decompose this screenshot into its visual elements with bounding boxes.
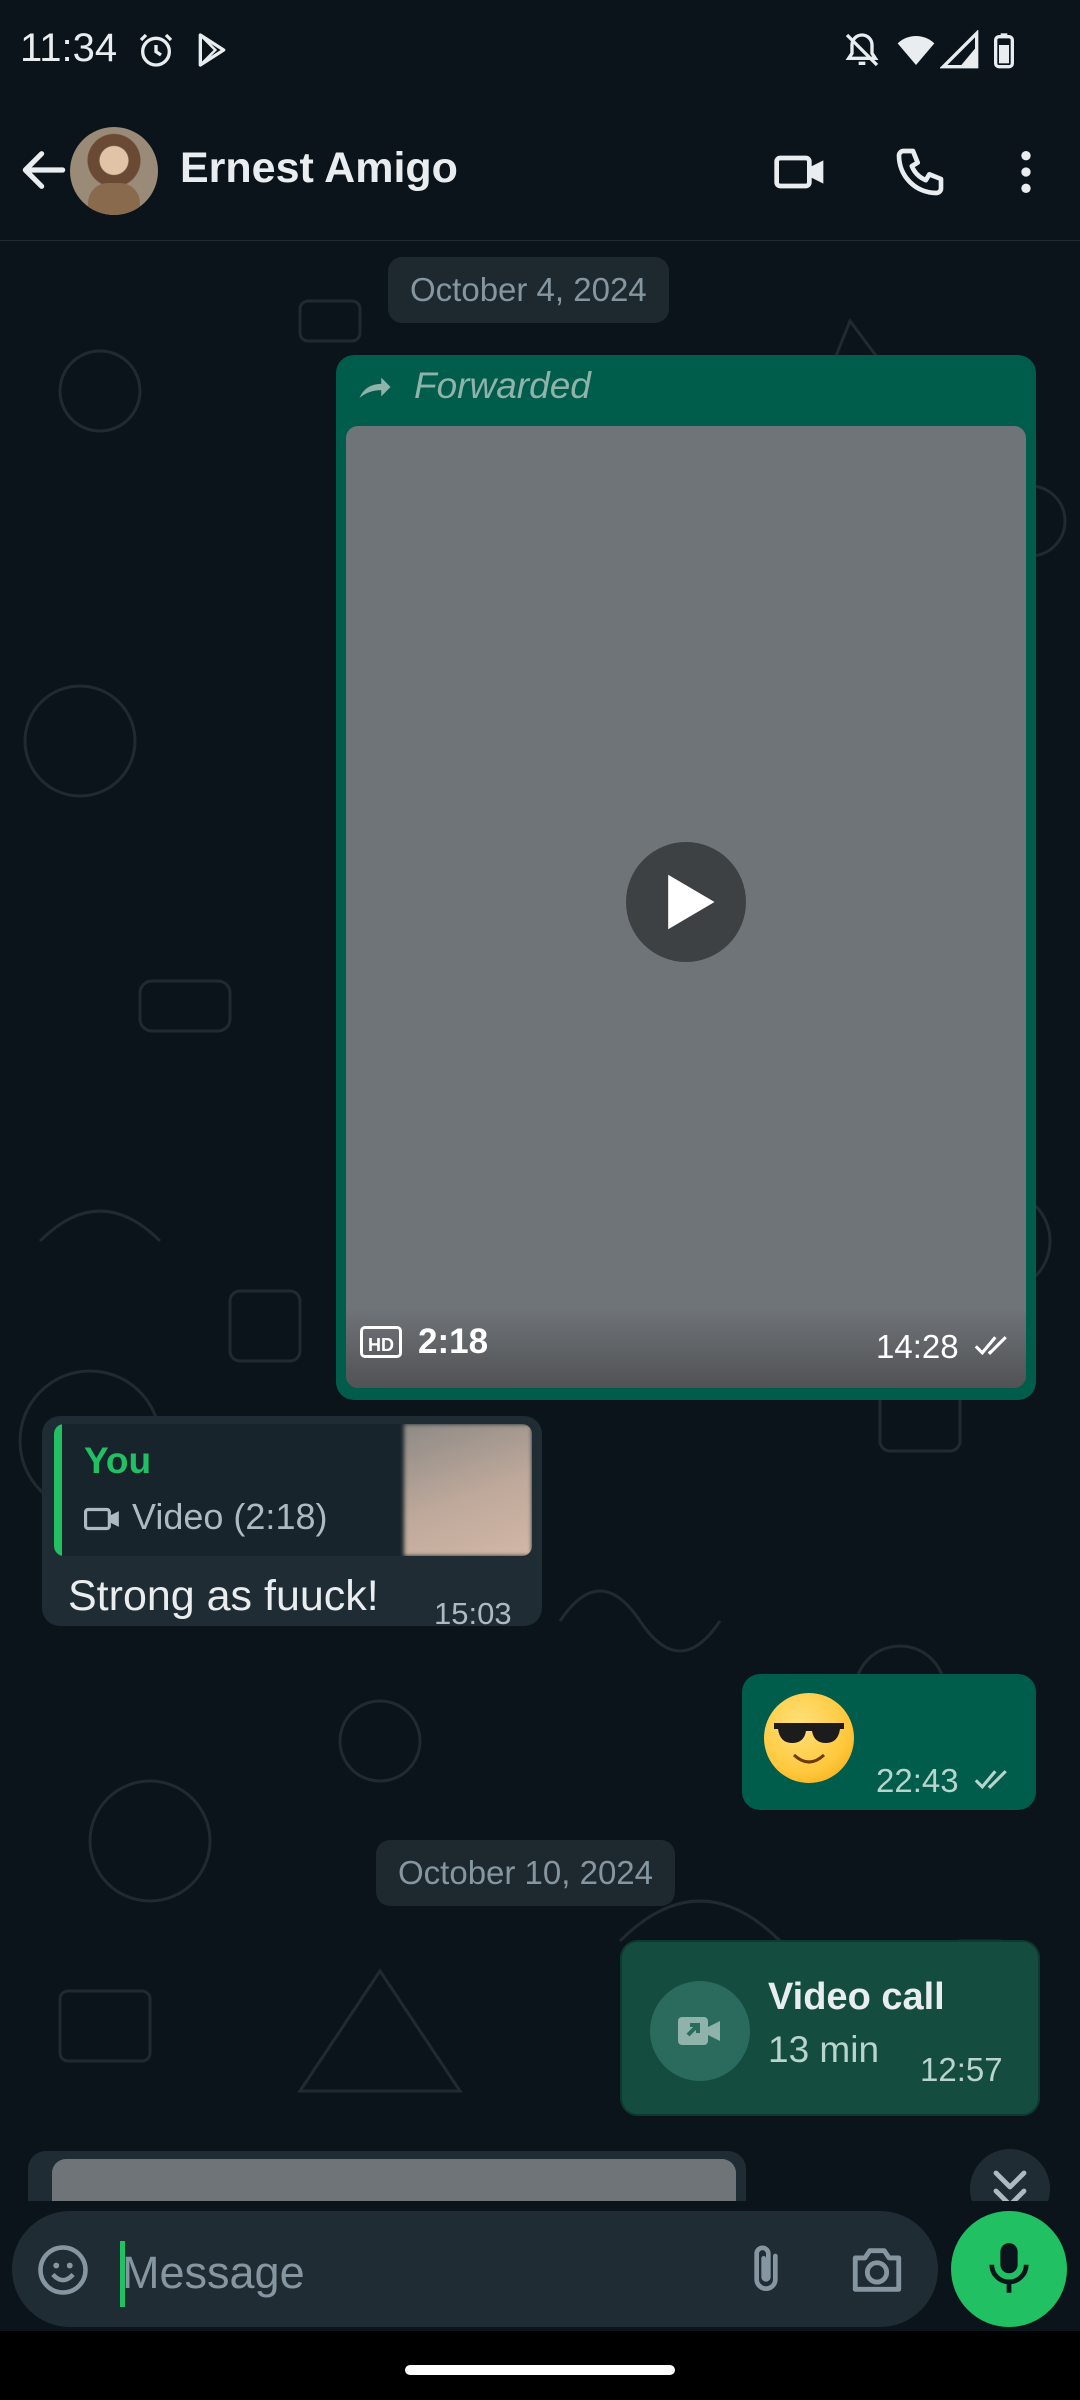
- camera-icon[interactable]: [848, 2241, 906, 2299]
- date-separator: October 4, 2024: [388, 257, 669, 323]
- video-call-icon: [678, 2017, 720, 2045]
- message-time: 14:28: [876, 1328, 959, 1365]
- status-bar: 11:34: [0, 0, 1080, 100]
- message-time: 12:57: [920, 2051, 1003, 2088]
- attach-icon[interactable]: [738, 2241, 794, 2299]
- double-chevron-down-icon: [993, 2170, 1027, 2201]
- microphone-icon: [989, 2243, 1029, 2293]
- quoted-text: Video (2:18): [132, 1496, 328, 1537]
- forwarded-label: Forwarded: [414, 365, 591, 406]
- chat-header: Ernest Amigo: [0, 100, 1080, 241]
- play-icon: [668, 874, 715, 930]
- call-title: Video call: [768, 1976, 945, 2018]
- date-separator: October 10, 2024: [376, 1840, 676, 1906]
- read-receipt-icon: [974, 1336, 1007, 1356]
- partial-media-thumbnail[interactable]: [52, 2159, 736, 2201]
- status-time: 11:34: [20, 26, 118, 70]
- chat-area[interactable]: October 4, 2024 Forwarded HD 2:18 14:28 …: [0, 241, 1080, 2201]
- composer-bar: Message: [0, 2201, 1080, 2331]
- video-small-icon: [84, 1507, 119, 1531]
- sunglasses-emoji: [764, 1693, 854, 1783]
- voice-call-icon[interactable]: [892, 144, 948, 200]
- notifications-off-icon: [845, 33, 879, 67]
- play-store-icon: [198, 33, 226, 67]
- message-input[interactable]: Message: [12, 2211, 938, 2327]
- video-duration: 2:18: [418, 1322, 489, 1361]
- message-time: 15:03: [434, 1596, 512, 1631]
- read-receipt-icon: [974, 1770, 1007, 1790]
- voice-message-button[interactable]: [951, 2211, 1067, 2327]
- contact-name[interactable]: Ernest Amigo: [180, 144, 458, 193]
- hd-badge: HD: [360, 1326, 402, 1358]
- message-placeholder: Message: [122, 2247, 305, 2298]
- forward-icon: [359, 377, 391, 398]
- more-options-icon[interactable]: [998, 144, 1054, 200]
- video-call-icon[interactable]: [772, 144, 828, 200]
- home-gesture-handle[interactable]: [405, 2365, 675, 2375]
- quoted-message[interactable]: You Video (2:18): [54, 1424, 532, 1556]
- message-text: Strong as fuuck!: [68, 1572, 379, 1620]
- system-nav-bar: [0, 2331, 1080, 2400]
- signal-icon: [940, 30, 979, 69]
- play-button[interactable]: [626, 842, 746, 962]
- emoji-icon[interactable]: [36, 2243, 90, 2297]
- video-call-icon-circle: [650, 1981, 750, 2081]
- alarm-icon: [139, 33, 173, 67]
- message-time: 22:43: [876, 1762, 959, 1799]
- video-thumbnail[interactable]: HD 2:18 14:28: [346, 426, 1026, 1388]
- quoted-thumbnail: [404, 1424, 532, 1556]
- call-duration: 13 min: [768, 2029, 880, 2070]
- wifi-icon: [897, 36, 935, 65]
- avatar[interactable]: [70, 127, 158, 215]
- quoted-author: You: [84, 1440, 152, 1481]
- back-arrow-icon[interactable]: [16, 142, 72, 198]
- battery-icon: [994, 33, 1014, 69]
